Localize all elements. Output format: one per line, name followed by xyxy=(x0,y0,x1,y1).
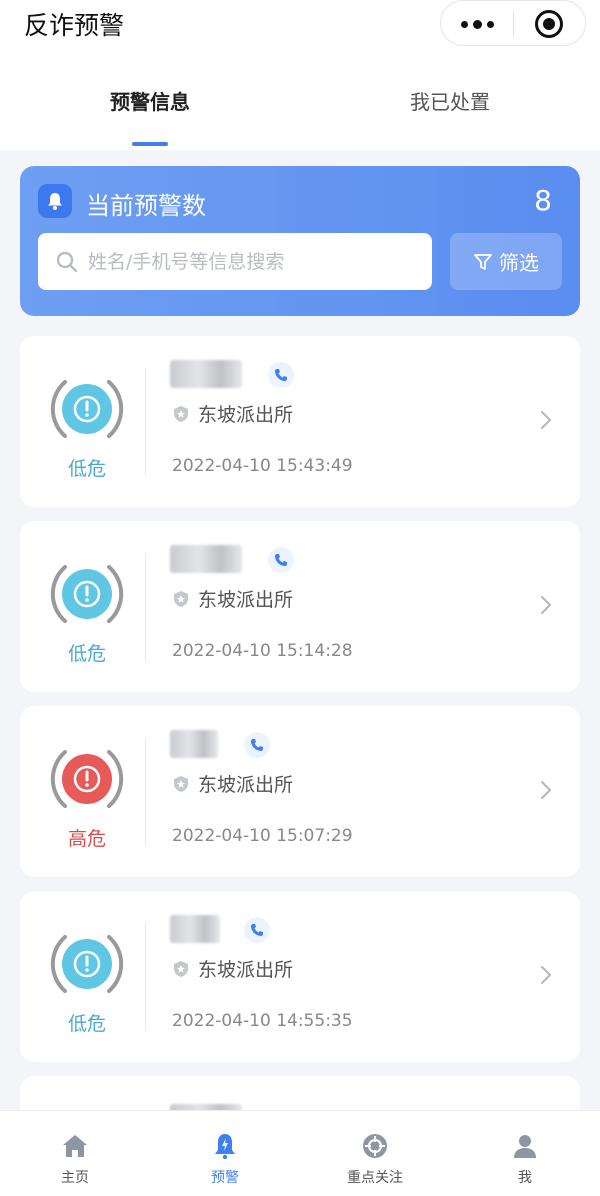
police-badge-icon xyxy=(174,960,188,977)
blurred-name xyxy=(170,360,242,388)
alert-bell-icon xyxy=(210,1131,240,1161)
nav-me[interactable]: 我 xyxy=(450,1111,600,1196)
filter-button[interactable]: 筛选 xyxy=(450,233,562,290)
warning-time: 2022-04-10 15:14:28 xyxy=(172,641,353,661)
low-risk-alert-icon xyxy=(50,565,124,623)
chevron-right-icon xyxy=(541,966,551,984)
phone-call-icon[interactable] xyxy=(268,362,294,388)
police-station: 东坡派出所 xyxy=(172,400,293,427)
chevron-right-icon xyxy=(541,411,551,429)
tab-handled[interactable]: 我已处置 xyxy=(350,86,550,115)
nav-warning[interactable]: 预警 xyxy=(150,1111,300,1196)
police-station-name: 东坡派出所 xyxy=(198,959,294,981)
capsule-divider xyxy=(513,12,514,36)
bell-icon xyxy=(38,184,72,218)
warning-summary-banner: 当前预警数 8 筛选 xyxy=(20,166,580,316)
police-station: 东坡派出所 xyxy=(172,585,293,612)
phone-call-icon[interactable] xyxy=(244,917,270,943)
warning-card[interactable]: 低危 东坡派出所 2022-04-10 15:14:28 xyxy=(20,521,580,692)
user-icon xyxy=(510,1131,540,1161)
nav-home-label: 主页 xyxy=(61,1170,89,1186)
police-station: 东坡派出所 xyxy=(172,955,293,982)
chevron-right-icon xyxy=(541,596,551,614)
high-risk-alert-icon xyxy=(50,750,124,808)
target-icon xyxy=(360,1131,390,1161)
police-station-name: 东坡派出所 xyxy=(198,404,294,426)
blurred-name xyxy=(170,915,220,943)
police-badge-icon xyxy=(174,405,188,422)
tab-warning-info[interactable]: 预警信息 xyxy=(50,86,250,115)
bottom-tab-bar: 主页 预警 重点关注 我 xyxy=(0,1110,600,1196)
filter-label: 筛选 xyxy=(499,251,539,275)
card-divider xyxy=(145,923,146,1031)
phone-call-icon[interactable] xyxy=(268,547,294,573)
nav-home[interactable]: 主页 xyxy=(0,1111,150,1196)
risk-level-label: 低危 xyxy=(67,643,106,665)
warning-card[interactable]: 低危 东坡派出所 2022-04-10 14:55:35 xyxy=(20,891,580,1062)
warning-card[interactable]: 高危 东坡派出所 2022-04-10 15:07:29 xyxy=(20,706,580,877)
risk-level-label: 低危 xyxy=(67,458,106,480)
police-station: 东坡派出所 xyxy=(172,770,293,797)
nav-focus[interactable]: 重点关注 xyxy=(300,1111,450,1196)
nav-warning-label: 预警 xyxy=(211,1170,239,1186)
police-station-name: 东坡派出所 xyxy=(198,774,294,796)
more-options-icon[interactable] xyxy=(441,1,513,47)
warning-card[interactable]: 低危 东坡派出所 2022-04-10 15:43:49 xyxy=(20,336,580,507)
blurred-name xyxy=(170,730,218,758)
mini-program-capsule xyxy=(440,0,586,46)
police-badge-icon xyxy=(174,775,188,792)
warning-time: 2022-04-10 15:07:29 xyxy=(172,826,353,846)
active-tab-indicator xyxy=(132,142,168,146)
current-warning-count-label: 当前预警数 xyxy=(86,192,206,220)
chevron-right-icon xyxy=(541,781,551,799)
close-mini-program-icon[interactable] xyxy=(535,10,563,38)
risk-level-label: 低危 xyxy=(67,1013,106,1035)
search-box[interactable] xyxy=(38,233,432,290)
police-badge-icon xyxy=(174,590,188,607)
low-risk-alert-icon xyxy=(50,935,124,993)
card-divider xyxy=(145,553,146,661)
card-divider xyxy=(145,738,146,846)
home-icon xyxy=(60,1131,90,1161)
low-risk-alert-icon xyxy=(50,380,124,438)
nav-focus-label: 重点关注 xyxy=(347,1170,403,1186)
risk-level-label: 高危 xyxy=(67,828,106,850)
current-warning-count: 8 xyxy=(534,184,552,217)
search-icon xyxy=(56,251,78,273)
phone-call-icon[interactable] xyxy=(244,732,270,758)
police-station-name: 东坡派出所 xyxy=(198,589,294,611)
warning-time: 2022-04-10 15:43:49 xyxy=(172,456,353,476)
warning-time: 2022-04-10 14:55:35 xyxy=(172,1011,353,1031)
filter-icon xyxy=(474,253,492,270)
search-input[interactable] xyxy=(88,248,418,276)
card-divider xyxy=(145,368,146,476)
top-bar: 反诈预警 预警信息 我已处置 xyxy=(0,0,600,150)
app-title: 反诈预警 xyxy=(24,11,125,40)
blurred-name xyxy=(170,545,242,573)
nav-me-label: 我 xyxy=(518,1170,532,1186)
